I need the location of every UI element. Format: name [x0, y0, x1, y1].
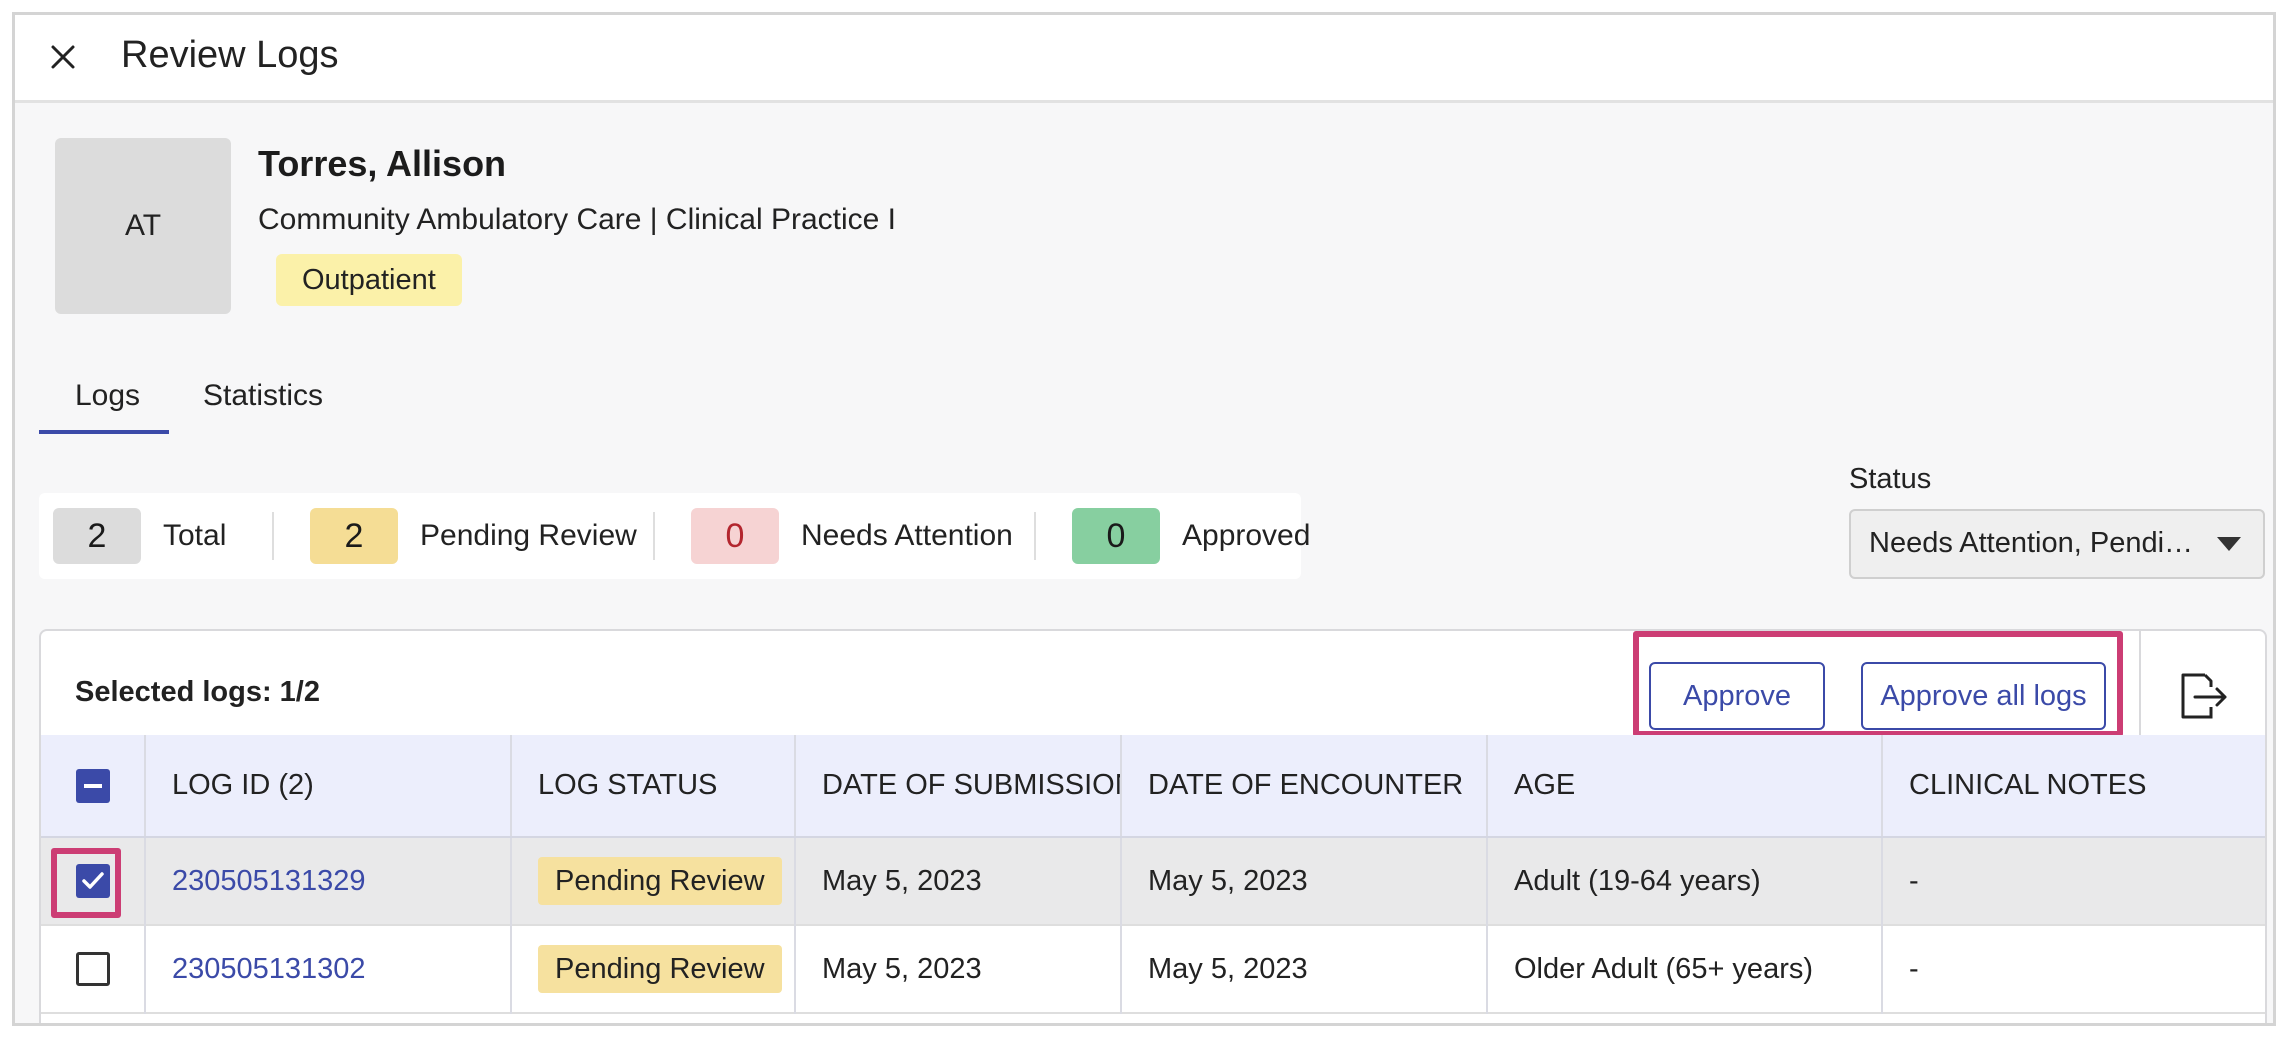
- column-header-log-status[interactable]: LOG STATUS: [511, 735, 796, 838]
- column-header-clinical-notes[interactable]: CLINICAL NOTES: [1882, 735, 2265, 838]
- checkmark-icon: [81, 872, 104, 889]
- page-title: Review Logs: [121, 34, 339, 76]
- setting-badge: Outpatient: [276, 254, 462, 306]
- student-name: Torres, Allison: [258, 143, 507, 184]
- column-header-age[interactable]: AGE: [1487, 735, 1883, 838]
- status-filter-value: Needs Attention, Pendi…: [1869, 527, 2194, 559]
- row-checkbox[interactable]: [75, 864, 110, 899]
- status-filter-label: Status: [1849, 463, 1932, 495]
- stat-pending-count: 2: [310, 508, 398, 564]
- chevron-down-icon: [2217, 537, 2241, 551]
- stat-total: 2 Total: [53, 508, 226, 564]
- row-checkbox[interactable]: [75, 952, 110, 987]
- selected-logs-count: Selected logs: 1/2: [75, 676, 320, 708]
- log-id-link[interactable]: 230505131302: [172, 953, 366, 985]
- review-logs-panel: Review Logs AT Torres, Allison Community…: [12, 12, 2276, 1026]
- export-icon: [2181, 673, 2227, 719]
- log-status-cell: Pending Review: [511, 837, 796, 925]
- divider: [272, 512, 274, 560]
- stat-needs-attention: 0 Needs Attention: [691, 508, 1013, 564]
- column-header-log-id[interactable]: LOG ID (2): [145, 735, 512, 838]
- logs-table: LOG ID (2) LOG STATUS DATE OF SUBMISSION…: [41, 735, 2265, 1014]
- stat-total-count: 2: [53, 508, 141, 564]
- stat-attention-label: Needs Attention: [801, 519, 1013, 552]
- avatar: AT: [55, 138, 231, 314]
- program-course: Community Ambulatory Care | Clinical Pra…: [258, 203, 896, 236]
- encounter-date-cell: May 5, 2023: [1121, 837, 1488, 925]
- status-badge: Pending Review: [538, 945, 782, 993]
- log-status-cell: Pending Review: [511, 925, 796, 1013]
- column-header-date-of-submission[interactable]: DATE OF SUBMISSION: [795, 735, 1122, 838]
- select-all-cell: [41, 735, 146, 838]
- stat-approved-count: 0: [1072, 508, 1160, 564]
- stat-approved-label: Approved: [1182, 519, 1311, 552]
- log-summary-bar: 2 Total 2 Pending Review 0 Needs Attenti…: [39, 493, 1310, 579]
- log-id-cell: 230505131329: [145, 837, 512, 925]
- tab-logs[interactable]: Logs: [75, 379, 140, 413]
- age-cell: Older Adult (65+ years): [1487, 925, 1883, 1013]
- stat-attention-count: 0: [691, 508, 779, 564]
- tab-statistics[interactable]: Statistics: [203, 379, 323, 413]
- avatar-initials: AT: [124, 209, 162, 242]
- clinical-notes-cell: -: [1909, 952, 1919, 985]
- approve-all-logs-button[interactable]: Approve all logs: [1861, 662, 2106, 730]
- log-id-cell: 230505131302: [145, 925, 512, 1013]
- stat-approved: 0 Approved: [1072, 508, 1310, 564]
- table-header-row: LOG ID (2) LOG STATUS DATE OF SUBMISSION…: [41, 735, 2265, 838]
- divider: [1034, 512, 1036, 560]
- clinical-notes-cell: -: [1909, 864, 1919, 897]
- logs-table-card: Selected logs: 1/2 Approve Approve all l…: [39, 629, 2267, 1023]
- active-tab-indicator: [39, 430, 169, 434]
- select-all-checkbox[interactable]: [75, 768, 110, 803]
- submission-date-cell: May 5, 2023: [795, 925, 1122, 1013]
- divider: [653, 512, 655, 560]
- stat-pending: 2 Pending Review: [310, 508, 637, 564]
- close-icon: [51, 45, 75, 69]
- column-header-date-of-encounter[interactable]: DATE OF ENCOUNTER: [1121, 735, 1488, 838]
- status-badge: Pending Review: [538, 857, 782, 905]
- row-select-cell: [41, 925, 146, 1013]
- row-select-cell: [41, 837, 146, 925]
- export-button[interactable]: [2169, 663, 2235, 729]
- submission-date-cell: May 5, 2023: [795, 837, 1122, 925]
- status-filter-dropdown[interactable]: Needs Attention, Pendi…: [1849, 509, 2265, 579]
- stat-total-label: Total: [163, 519, 227, 552]
- panel-header: Review Logs: [15, 15, 2273, 103]
- stat-pending-label: Pending Review: [420, 519, 637, 552]
- encounter-date-cell: May 5, 2023: [1121, 925, 1488, 1013]
- age-cell: Adult (19-64 years): [1487, 837, 1883, 925]
- approve-button[interactable]: Approve: [1649, 662, 1825, 730]
- log-id-link[interactable]: 230505131329: [172, 865, 366, 897]
- table-row[interactable]: 230505131302 Pending Review May 5, 2023 …: [41, 925, 2265, 1013]
- divider: [2139, 631, 2141, 735]
- table-row[interactable]: 230505131329 Pending Review May 5, 2023 …: [41, 837, 2265, 925]
- close-button[interactable]: [39, 33, 87, 81]
